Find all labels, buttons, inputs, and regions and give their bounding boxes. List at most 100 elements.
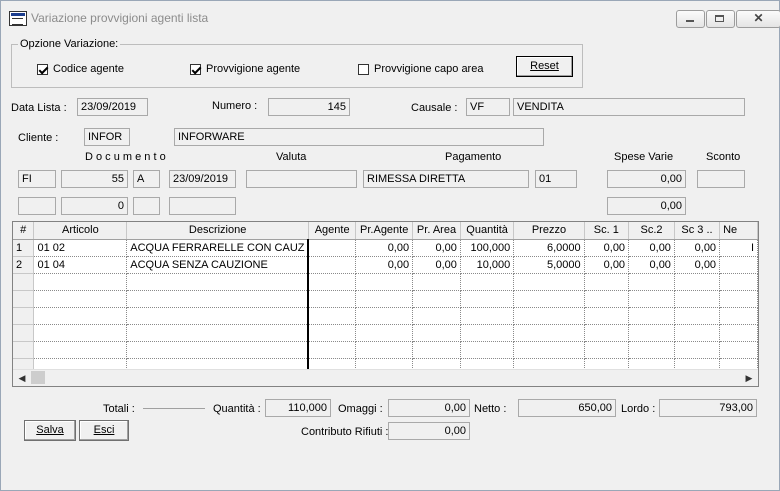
codice-agente-label: Codice agente bbox=[53, 63, 124, 75]
pagamento-field[interactable]: RIMESSA DIRETTA bbox=[363, 170, 529, 188]
data-lista-label: Data Lista : bbox=[11, 102, 67, 114]
col-header-quantita[interactable]: Quantità bbox=[460, 222, 515, 240]
cell-articolo[interactable]: 01 04 bbox=[33, 256, 128, 274]
cell-sc2[interactable]: 0,00 bbox=[628, 239, 675, 257]
quantita-total-field: 110,000 bbox=[265, 399, 331, 417]
articles-grid[interactable]: # Articolo Descrizione Agente Pr.Agente … bbox=[12, 221, 759, 387]
doc-serie-field[interactable]: A bbox=[133, 170, 160, 188]
table-row[interactable]: 2 01 04 ACQUA SENZA CAUZIONE 0,00 0,00 1… bbox=[13, 256, 758, 274]
cell-descrizione[interactable]: ACQUA FERRARELLE CON CAUZ bbox=[126, 239, 310, 257]
quantita-label: Quantità : bbox=[213, 403, 261, 415]
empty-row[interactable] bbox=[13, 341, 758, 359]
minimize-button[interactable] bbox=[676, 10, 705, 28]
empty-row[interactable] bbox=[13, 290, 758, 308]
cell-quantita[interactable]: 100,000 bbox=[460, 239, 515, 257]
sconto-field[interactable] bbox=[697, 170, 745, 188]
col-header-netto[interactable]: Ne bbox=[719, 222, 758, 240]
esci-button[interactable]: Esci bbox=[79, 420, 129, 441]
cell-sc2[interactable]: 0,00 bbox=[628, 256, 675, 274]
scroll-thumb[interactable] bbox=[31, 371, 45, 384]
provvigione-agente-checkbox[interactable] bbox=[190, 64, 201, 75]
app-icon bbox=[9, 11, 27, 26]
numero-label: Numero : bbox=[212, 100, 258, 112]
cell-articolo[interactable]: 01 02 bbox=[33, 239, 128, 257]
cell-quantita[interactable]: 10,000 bbox=[460, 256, 515, 274]
doc-tipo-field[interactable]: FI bbox=[18, 170, 56, 188]
cell-sc3[interactable]: 0,00 bbox=[674, 256, 721, 274]
row-index: 1 bbox=[13, 239, 35, 257]
reset-button[interactable]: Reset bbox=[516, 56, 573, 77]
salva-button[interactable]: Salva bbox=[24, 420, 76, 441]
cell-pr-agente[interactable]: 0,00 bbox=[355, 256, 414, 274]
doc-data-field[interactable]: 23/09/2019 bbox=[169, 170, 236, 188]
col-header-pr-agente[interactable]: Pr.Agente bbox=[355, 222, 414, 240]
spese-varie-2-field[interactable]: 0,00 bbox=[607, 197, 686, 215]
cell-prezzo[interactable]: 6,0000 bbox=[513, 239, 585, 257]
cell-netto[interactable] bbox=[719, 256, 758, 274]
documento-label: D o c u m e n t o bbox=[85, 151, 166, 163]
causale-description-field: VENDITA bbox=[513, 98, 745, 116]
netto-label: Netto : bbox=[474, 403, 507, 415]
maximize-button[interactable] bbox=[706, 10, 735, 28]
scroll-left-icon[interactable]: ◀ bbox=[15, 372, 29, 384]
cell-pr-area[interactable]: 0,00 bbox=[412, 239, 461, 257]
cell-sc1[interactable]: 0,00 bbox=[584, 256, 630, 274]
window-title: Variazione provvigioni agenti lista bbox=[31, 11, 209, 25]
cliente-name-field: INFORWARE bbox=[174, 128, 544, 146]
table-row[interactable]: 1 01 02 ACQUA FERRARELLE CON CAUZ 0,00 0… bbox=[13, 239, 758, 257]
cell-pr-agente[interactable]: 0,00 bbox=[355, 239, 414, 257]
provvigione-capo-area-checkbox[interactable] bbox=[358, 64, 369, 75]
lordo-label: Lordo : bbox=[621, 403, 656, 415]
col-header-pr-area[interactable]: Pr. Area bbox=[412, 222, 461, 240]
spese-varie-field[interactable]: 0,00 bbox=[607, 170, 686, 188]
data-lista-field[interactable]: 23/09/2019 bbox=[77, 98, 148, 116]
cell-agente[interactable] bbox=[308, 239, 357, 257]
col-header-sc3[interactable]: Sc 3 .. bbox=[674, 222, 721, 240]
cell-agente[interactable] bbox=[308, 256, 357, 274]
title-bar: Variazione provvigioni agenti lista ✕ bbox=[1, 1, 780, 31]
cell-pr-area[interactable]: 0,00 bbox=[412, 256, 461, 274]
contributo-rifiuti-label: Contributo Rifiuti : bbox=[301, 426, 389, 438]
empty-row[interactable] bbox=[13, 307, 758, 325]
netto-total-field: 650,00 bbox=[518, 399, 616, 417]
provvigione-capo-area-label: Provvigione capo area bbox=[374, 63, 484, 75]
empty-row[interactable] bbox=[13, 273, 758, 291]
pagamento-code-field[interactable]: 01 bbox=[535, 170, 577, 188]
row-index: 2 bbox=[13, 256, 35, 274]
cell-descrizione[interactable]: ACQUA SENZA CAUZIONE bbox=[126, 256, 310, 274]
col-header-prezzo[interactable]: Prezzo bbox=[513, 222, 585, 240]
options-group-label: Opzione Variazione: bbox=[18, 38, 121, 50]
doc2-numero-field[interactable]: 0 bbox=[61, 197, 128, 215]
col-header-sc2[interactable]: Sc.2 bbox=[628, 222, 675, 240]
cell-sc3[interactable]: 0,00 bbox=[674, 239, 721, 257]
doc2-serie-field[interactable] bbox=[133, 197, 160, 215]
valuta-label: Valuta bbox=[276, 151, 307, 163]
codice-agente-checkbox[interactable] bbox=[37, 64, 48, 75]
doc2-tipo-field[interactable] bbox=[18, 197, 56, 215]
horizontal-scrollbar[interactable]: ◀ ▶ bbox=[13, 369, 758, 386]
cliente-code-field[interactable]: INFOR bbox=[84, 128, 130, 146]
sconto-label: Sconto bbox=[706, 151, 741, 163]
pagamento-label: Pagamento bbox=[445, 151, 502, 163]
maximize-icon bbox=[715, 15, 724, 22]
empty-row[interactable] bbox=[13, 324, 758, 342]
numero-field[interactable]: 145 bbox=[268, 98, 350, 116]
col-header-sc1[interactable]: Sc. 1 bbox=[584, 222, 630, 240]
causale-code-field[interactable]: VF bbox=[466, 98, 510, 116]
scroll-right-icon[interactable]: ▶ bbox=[742, 372, 756, 384]
valuta-field[interactable] bbox=[246, 170, 357, 188]
grid-header-row: # Articolo Descrizione Agente Pr.Agente … bbox=[13, 222, 758, 240]
cell-netto[interactable]: I bbox=[719, 239, 758, 257]
col-header-index[interactable]: # bbox=[13, 222, 35, 240]
totali-separator bbox=[143, 408, 205, 409]
articles-table: # Articolo Descrizione Agente Pr.Agente … bbox=[13, 222, 758, 376]
col-header-agente[interactable]: Agente bbox=[308, 222, 357, 240]
cell-prezzo[interactable]: 5,0000 bbox=[513, 256, 585, 274]
close-button[interactable]: ✕ bbox=[736, 10, 780, 28]
cell-sc1[interactable]: 0,00 bbox=[584, 239, 630, 257]
col-header-descrizione[interactable]: Descrizione bbox=[126, 222, 309, 240]
doc-numero-field[interactable]: 55 bbox=[61, 170, 128, 188]
omaggi-label: Omaggi : bbox=[338, 403, 383, 415]
col-header-articolo[interactable]: Articolo bbox=[33, 222, 128, 240]
doc2-data-field[interactable] bbox=[169, 197, 236, 215]
